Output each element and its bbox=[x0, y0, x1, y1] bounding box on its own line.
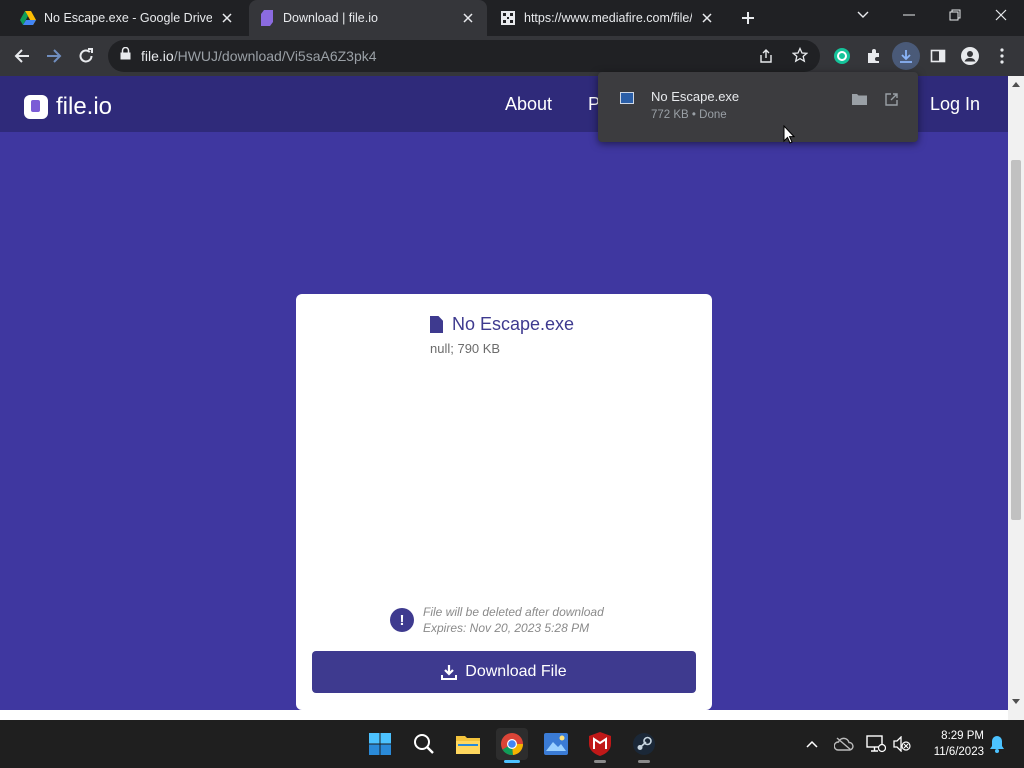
file-icon bbox=[430, 316, 443, 333]
clock-time: 8:29 PM bbox=[941, 730, 984, 742]
clock-date: 11/6/2023 bbox=[933, 746, 984, 758]
onedrive-icon[interactable] bbox=[832, 732, 856, 756]
close-tab-icon[interactable] bbox=[698, 9, 716, 27]
download-item-name[interactable]: No Escape.exe bbox=[651, 89, 739, 104]
browser-toolbar: file.io/HWUJ/download/Vi5saA6Z3pk4 bbox=[0, 36, 1024, 76]
open-external-icon[interactable] bbox=[882, 90, 900, 108]
brand-name: file.io bbox=[56, 93, 113, 120]
mcafee-shield-icon[interactable] bbox=[584, 728, 616, 763]
close-tab-icon[interactable] bbox=[459, 9, 477, 27]
side-panel-icon[interactable] bbox=[924, 42, 952, 70]
file-meta: null; 790 KB bbox=[430, 341, 501, 356]
back-button[interactable] bbox=[8, 42, 36, 70]
show-in-folder-icon[interactable] bbox=[850, 90, 868, 108]
address-bar[interactable]: file.io/HWUJ/download/Vi5saA6Z3pk4 bbox=[108, 40, 820, 72]
grammarly-extension-icon[interactable] bbox=[828, 42, 856, 70]
system-clock[interactable]: 8:29 PM 11/6/2023 bbox=[918, 728, 984, 760]
scroll-up-arrow-icon[interactable] bbox=[1012, 82, 1020, 87]
scrollbar-thumb[interactable] bbox=[1011, 160, 1021, 520]
extensions-puzzle-icon[interactable] bbox=[860, 42, 888, 70]
file-explorer-icon[interactable] bbox=[452, 728, 484, 760]
tab-title: Download | file.io bbox=[283, 11, 378, 25]
menu-kebab-icon[interactable] bbox=[988, 42, 1016, 70]
nav-about[interactable]: About bbox=[505, 94, 552, 115]
tab-title: https://www.mediafire.com/file/t bbox=[524, 11, 692, 25]
new-tab-button[interactable] bbox=[736, 6, 760, 30]
mediafire-icon bbox=[500, 10, 516, 26]
tab-strip: No Escape.exe - Google Drive Download | … bbox=[0, 0, 1024, 36]
notification-bell-icon[interactable] bbox=[985, 732, 1009, 756]
windows-start-icon[interactable] bbox=[364, 728, 396, 760]
downloads-icon[interactable] bbox=[892, 42, 920, 70]
download-file-button[interactable]: Download File bbox=[312, 651, 696, 693]
download-bubble: No Escape.exe 772 KB • Done bbox=[598, 72, 918, 142]
minimize-icon[interactable] bbox=[886, 0, 932, 30]
notice-line-delete: File will be deleted after download bbox=[423, 605, 604, 619]
nav-login[interactable]: Log In bbox=[930, 94, 980, 115]
photos-app-icon[interactable] bbox=[540, 728, 572, 760]
vertical-scrollbar[interactable] bbox=[1008, 76, 1024, 710]
scroll-down-arrow-icon[interactable] bbox=[1012, 699, 1020, 704]
tab-fileio[interactable]: Download | file.io bbox=[249, 0, 487, 36]
search-icon[interactable] bbox=[408, 728, 440, 760]
steam-icon[interactable] bbox=[628, 728, 660, 763]
download-card: No Escape.exe null; 790 KB ! File will b… bbox=[296, 294, 712, 710]
tab-mediafire[interactable]: https://www.mediafire.com/file/t bbox=[490, 0, 726, 36]
page-bottom-edge bbox=[0, 710, 1008, 720]
tab-search-icon[interactable] bbox=[840, 0, 886, 30]
volume-muted-icon[interactable] bbox=[890, 732, 914, 756]
fileio-logo-icon bbox=[24, 95, 48, 119]
close-tab-icon[interactable] bbox=[218, 9, 236, 27]
running-app-indicator bbox=[638, 760, 650, 763]
close-window-icon[interactable] bbox=[978, 0, 1024, 30]
profile-avatar-icon[interactable] bbox=[956, 42, 984, 70]
page-viewport: file.io About P Log In No Escape.exe nul… bbox=[0, 76, 1008, 710]
file-title: No Escape.exe bbox=[430, 314, 574, 335]
chrome-taskbar-icon[interactable] bbox=[496, 728, 528, 763]
bookmark-star-icon[interactable] bbox=[791, 46, 809, 68]
reload-button[interactable] bbox=[72, 42, 100, 70]
mouse-cursor-icon bbox=[783, 124, 796, 149]
tray-overflow-chevron-icon[interactable] bbox=[800, 732, 824, 756]
download-icon bbox=[441, 664, 458, 680]
scroll-corner bbox=[1008, 710, 1024, 720]
exe-file-icon bbox=[620, 92, 634, 104]
running-app-indicator bbox=[594, 760, 606, 763]
fileio-icon bbox=[259, 10, 275, 26]
share-icon[interactable] bbox=[758, 48, 774, 69]
notice-line-expires: Expires: Nov 20, 2023 5:28 PM bbox=[423, 621, 590, 635]
file-name: No Escape.exe bbox=[452, 314, 575, 334]
tab-title: No Escape.exe - Google Drive bbox=[44, 11, 212, 25]
windows-taskbar: 8:29 PM 11/6/2023 bbox=[0, 720, 1024, 768]
lock-icon[interactable] bbox=[120, 46, 131, 65]
download-item-meta: 772 KB • Done bbox=[651, 109, 727, 121]
restore-icon[interactable] bbox=[932, 0, 978, 30]
active-app-indicator bbox=[504, 760, 520, 763]
forward-button[interactable] bbox=[40, 42, 68, 70]
exclamation-icon: ! bbox=[390, 608, 414, 632]
url-text: file.io/HWUJ/download/Vi5saA6Z3pk4 bbox=[141, 48, 377, 64]
download-button-label: Download File bbox=[465, 663, 567, 680]
expiry-notice: ! File will be deleted after download Ex… bbox=[390, 604, 604, 636]
google-drive-icon bbox=[20, 10, 36, 26]
network-monitor-icon[interactable] bbox=[864, 732, 888, 756]
tab-google-drive[interactable]: No Escape.exe - Google Drive bbox=[10, 0, 246, 36]
site-logo[interactable]: file.io bbox=[24, 93, 112, 121]
